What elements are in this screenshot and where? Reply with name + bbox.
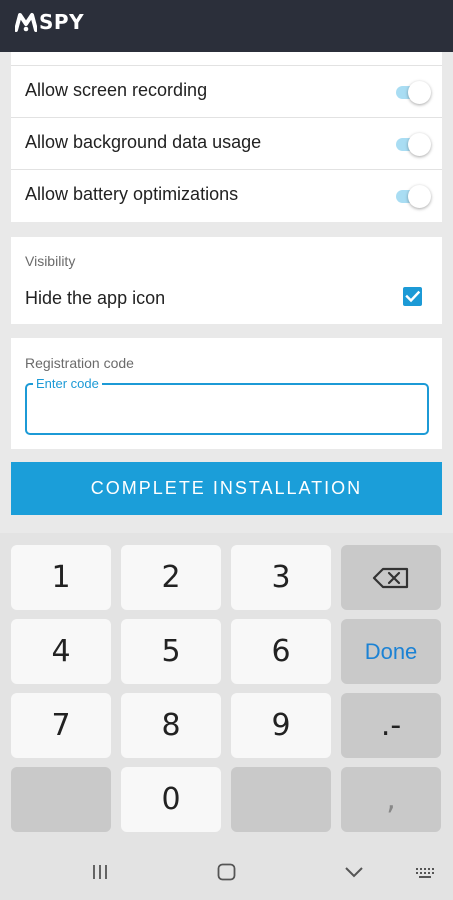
home-icon[interactable] [217, 863, 236, 886]
settings-content[interactable]: Allow screen recording Allow background … [0, 52, 453, 533]
permission-row-battery-optimizations[interactable]: Allow battery optimizations [11, 169, 442, 221]
key-5[interactable]: 5 [121, 619, 221, 684]
background-data-toggle[interactable] [394, 133, 431, 156]
done-key-label: Done [364, 638, 418, 664]
mspy-logo: SPY [14, 10, 85, 34]
keyboard-icon[interactable] [414, 867, 436, 886]
complete-installation-button[interactable]: COMPLETE INSTALLATION [11, 462, 442, 515]
logo-text: SPY [39, 10, 85, 34]
key-9[interactable]: 9 [231, 693, 331, 758]
chevron-down-icon[interactable] [344, 863, 364, 886]
backspace-key[interactable] [341, 545, 441, 610]
permission-row-background-data[interactable]: Allow background data usage [11, 117, 442, 169]
toggle-thumb [408, 81, 431, 104]
blank-key-left [11, 767, 111, 832]
toggle-thumb [408, 185, 431, 208]
permissions-card: Allow screen recording Allow background … [11, 52, 442, 222]
system-nav-bar [0, 845, 453, 900]
key-0[interactable]: 0 [121, 767, 221, 832]
screen-recording-toggle[interactable] [394, 81, 431, 104]
permission-label: Allow battery optimizations [25, 184, 239, 204]
registration-section-label: Registration code [25, 355, 134, 371]
hide-app-icon-label: Hide the app icon [25, 288, 166, 308]
comma-key[interactable]: , [341, 767, 441, 832]
key-2[interactable]: 2 [121, 545, 221, 610]
key-7[interactable]: 7 [11, 693, 111, 758]
hide-app-icon-checkbox[interactable] [403, 287, 422, 306]
numeric-keyboard: 1 2 3 4 5 6 Done 7 8 9 .- 0 , [0, 533, 453, 845]
checkmark-icon [405, 290, 421, 303]
backspace-icon [372, 567, 409, 588]
app-bar: SPY [0, 0, 453, 52]
permission-row-screen-recording[interactable]: Allow screen recording [11, 65, 442, 117]
registration-code-field-label: Enter code [33, 376, 102, 391]
visibility-section-label: Visibility [25, 253, 76, 269]
done-key[interactable]: Done [341, 619, 441, 684]
mspy-m-mark-icon [14, 12, 38, 32]
key-3[interactable]: 3 [231, 545, 331, 610]
registration-code-input[interactable] [37, 397, 417, 421]
recents-icon[interactable] [91, 863, 109, 886]
permission-label: Allow background data usage [25, 132, 262, 152]
permission-label: Allow screen recording [25, 80, 208, 100]
registration-card: Registration code Enter code [11, 338, 442, 449]
battery-optimizations-toggle[interactable] [394, 185, 431, 208]
key-4[interactable]: 4 [11, 619, 111, 684]
blank-key-right [231, 767, 331, 832]
toggle-thumb [408, 133, 431, 156]
dot-dash-key[interactable]: .- [341, 693, 441, 758]
key-6[interactable]: 6 [231, 619, 331, 684]
key-1[interactable]: 1 [11, 545, 111, 610]
key-8[interactable]: 8 [121, 693, 221, 758]
visibility-card: Visibility Hide the app icon [11, 237, 442, 324]
